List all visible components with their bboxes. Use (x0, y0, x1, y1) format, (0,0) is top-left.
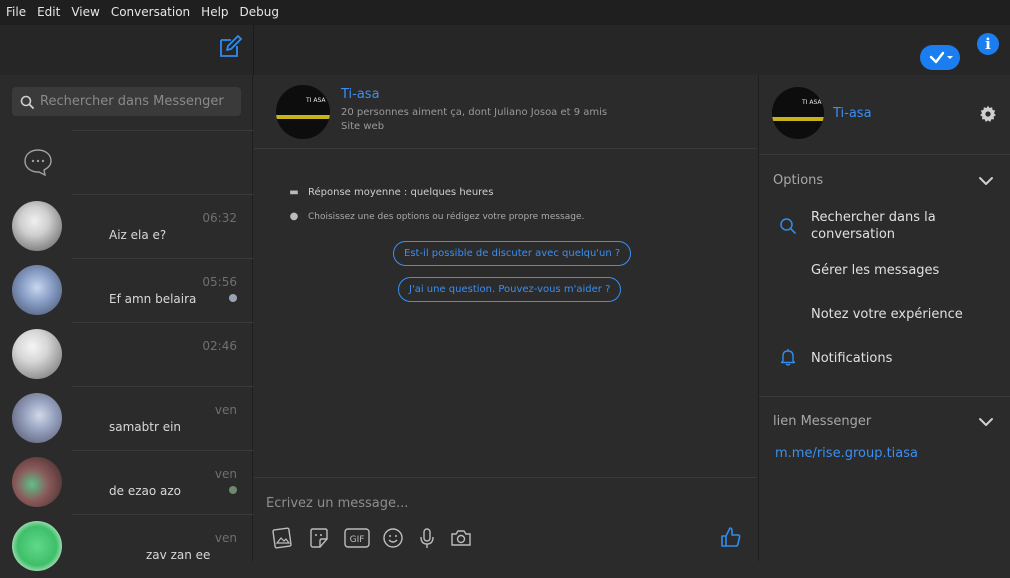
conversation-item[interactable]: 05:56 Ef amn belaira (0, 258, 253, 322)
menu-bar: File Edit View Conversation Help Debug (0, 0, 1010, 25)
response-time-info: ▬ Réponse moyenne : quelques heures (288, 187, 493, 198)
avatar (12, 329, 62, 379)
top-bar-divider (253, 25, 254, 75)
option-manage-messages[interactable]: Gérer les messages (811, 262, 939, 279)
conversation-time: 02:46 (202, 339, 237, 353)
sticker-icon[interactable] (307, 526, 331, 550)
conversation-panel: TI ASA Ti-asa 20 personnes aiment ça, do… (254, 75, 757, 561)
conversation-item[interactable]: 02:46 (0, 322, 253, 386)
conversation-time: 05:56 (202, 275, 237, 289)
row-divider (72, 322, 253, 323)
row-divider (72, 130, 253, 131)
avatar (12, 393, 62, 443)
search-icon (20, 95, 34, 109)
avatar-text: TI ASA (802, 99, 822, 106)
info-circle-icon: ● (289, 211, 299, 222)
avatar (12, 457, 62, 507)
conversation-snippet: zav zan ee (146, 548, 211, 562)
chat-bubble-icon (24, 149, 52, 176)
conversation-item[interactable]: ven de ezao azo (0, 450, 253, 514)
bell-icon (780, 349, 796, 366)
conversation-header: TI ASA Ti-asa 20 personnes aiment ça, do… (254, 75, 757, 149)
chevron-down-icon[interactable] (978, 417, 994, 427)
chevron-down-icon[interactable] (978, 176, 994, 186)
page-likes: 20 personnes aiment ça, dont Juliano Jos… (341, 107, 608, 118)
menu-help[interactable]: Help (201, 0, 228, 25)
details-page-name[interactable]: Ti-asa (833, 106, 872, 121)
details-panel: TI ASA Ti-asa Options Rechercher dans la… (758, 75, 1010, 561)
row-divider (72, 258, 253, 259)
row-divider (72, 450, 253, 451)
conversation-snippet: Aiz ela e? (109, 228, 167, 242)
conversation-item[interactable]: ven samabtr ein (0, 386, 253, 450)
message-composer: GIF (254, 477, 757, 561)
menu-view[interactable]: View (71, 0, 99, 25)
page-avatar[interactable]: TI ASA (276, 85, 330, 139)
search-box[interactable] (12, 87, 241, 116)
new-message-row[interactable] (0, 130, 253, 194)
option-notifications[interactable]: Notifications (811, 350, 892, 367)
avatar-text: TI ASA (306, 97, 326, 104)
search-icon (780, 218, 796, 234)
conversation-snippet: Ef amn belaira (109, 292, 197, 306)
link-section-title[interactable]: lien Messenger (773, 414, 871, 429)
conversation-time: ven (214, 531, 237, 545)
menu-edit[interactable]: Edit (37, 0, 60, 25)
search-input[interactable] (40, 94, 230, 109)
avatar-stripe (276, 115, 330, 119)
hint-text: Choisissez une des options ou rédigez vo… (308, 211, 585, 222)
emoji-icon[interactable] (381, 526, 405, 550)
conversation-item[interactable]: ven zav zan ee (0, 514, 253, 578)
conversation-item[interactable]: 06:32 Aiz ela e? (0, 194, 253, 258)
quick-reply-button[interactable]: J'ai une question. Pouvez-vous m'aider ? (398, 277, 622, 302)
info-icon[interactable]: i (977, 33, 999, 55)
details-header: TI ASA Ti-asa (759, 75, 1010, 155)
page-category: Site web (341, 121, 385, 132)
microphone-icon[interactable] (415, 526, 439, 550)
message-input[interactable] (266, 492, 686, 514)
gallery-icon[interactable] (270, 526, 294, 550)
status-button[interactable] (920, 45, 960, 70)
menu-file[interactable]: File (6, 0, 26, 25)
seen-indicator (229, 294, 237, 302)
avatar (12, 521, 62, 571)
conversation-time: ven (214, 403, 237, 417)
avatar (12, 201, 62, 251)
compose-icon[interactable] (218, 35, 242, 59)
option-rate-experience[interactable]: Notez votre expérience (811, 306, 963, 323)
menu-debug[interactable]: Debug (240, 0, 279, 25)
conversation-sidebar: 06:32 Aiz ela e? 05:56 Ef amn belaira 02… (0, 75, 253, 571)
gear-icon[interactable] (979, 105, 997, 123)
camera-icon[interactable] (449, 526, 473, 550)
conversation-snippet: de ezao azo (109, 484, 181, 498)
seen-indicator (229, 486, 237, 494)
quick-reply-button[interactable]: Est-il possible de discuter avec quelqu'… (393, 241, 632, 266)
row-divider (72, 514, 253, 515)
avatar-stripe (772, 117, 824, 121)
checkmark-icon (929, 51, 953, 64)
svg-text:GIF: GIF (350, 535, 365, 545)
row-divider (72, 386, 253, 387)
conversation-time: 06:32 (202, 211, 237, 225)
options-section-title[interactable]: Options (773, 173, 823, 188)
messenger-link[interactable]: m.me/rise.group.tiasa (775, 446, 918, 461)
row-divider (72, 194, 253, 195)
hint-info: ● Choisissez une des options ou rédigez … (288, 211, 585, 222)
thumbs-up-icon[interactable] (719, 525, 743, 549)
gif-icon[interactable]: GIF (343, 526, 371, 550)
response-time-text: Réponse moyenne : quelques heures (308, 187, 494, 198)
section-divider (759, 396, 1010, 397)
menu-conversation[interactable]: Conversation (111, 0, 190, 25)
top-bar: i (0, 25, 1010, 75)
option-search-conversation[interactable]: Rechercher dans la conversation (811, 209, 971, 243)
page-avatar[interactable]: TI ASA (772, 87, 824, 139)
response-icon: ▬ (289, 187, 299, 198)
avatar (12, 265, 62, 315)
page-name[interactable]: Ti-asa (341, 87, 380, 102)
conversation-snippet: samabtr ein (109, 420, 182, 434)
conversation-time: ven (214, 467, 237, 481)
